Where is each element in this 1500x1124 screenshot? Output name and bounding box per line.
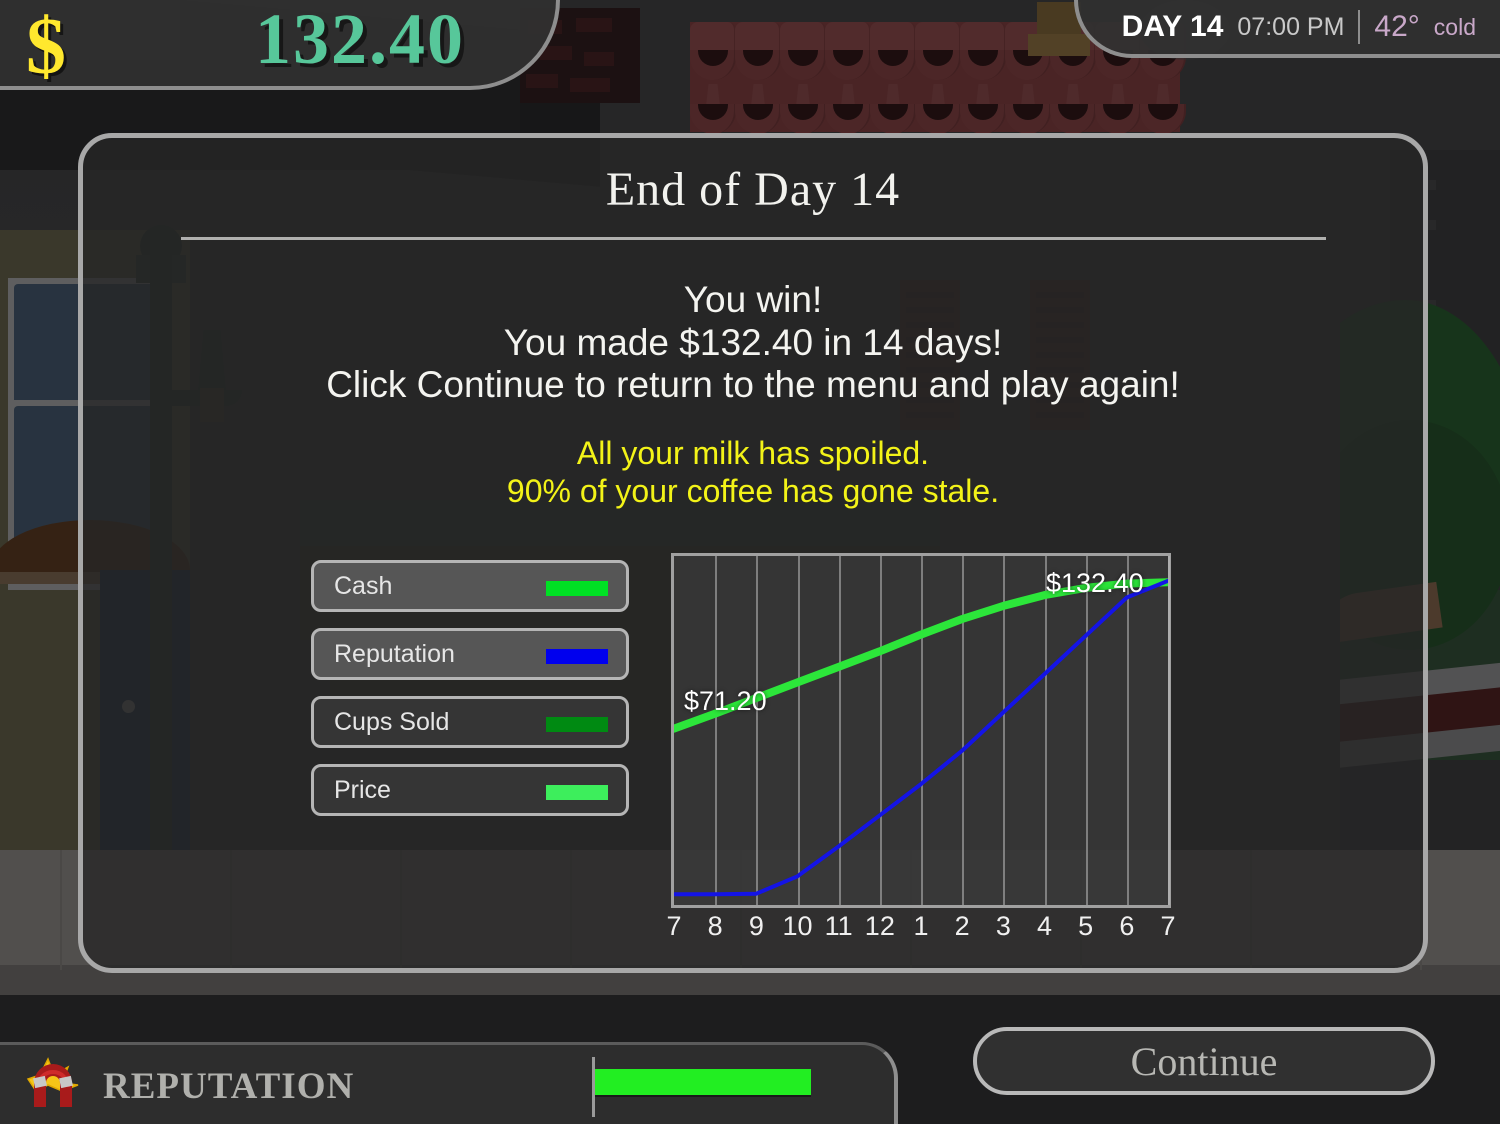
legend-color-swatch bbox=[546, 785, 608, 800]
chart-x-tick: 7 bbox=[1160, 911, 1176, 941]
reputation-meter-fill bbox=[595, 1069, 811, 1097]
result-line: Click Continue to return to the menu and… bbox=[326, 364, 1180, 406]
day-time: 07:00 PM bbox=[1237, 12, 1345, 41]
result-line: You win! bbox=[683, 279, 823, 320]
day-clock-hud: DAY 14 07:00 PM 42° cold bbox=[1073, 0, 1500, 58]
dialog-body: You win! You made $132.40 in 14 days! Cl… bbox=[83, 279, 1423, 511]
reputation-label: REPUTATION bbox=[103, 1066, 355, 1107]
legend-item-cash[interactable]: Cash bbox=[311, 560, 629, 612]
legend-color-swatch bbox=[546, 581, 608, 596]
dollar-sign-icon: $ bbox=[26, 3, 66, 91]
legend-label: Cups Sold bbox=[334, 707, 450, 736]
temperature-value: 42° bbox=[1374, 10, 1420, 43]
warning-line: All your milk has spoiled. bbox=[576, 435, 930, 472]
continue-button[interactable]: Continue bbox=[973, 1027, 1435, 1095]
chart-x-tick: 1 bbox=[913, 911, 929, 941]
chart-series-lines bbox=[674, 578, 1168, 897]
chart-x-tick: 9 bbox=[748, 911, 764, 941]
money-hud: $ 132.40 bbox=[0, 0, 560, 91]
day-label: DAY 14 bbox=[1121, 10, 1224, 43]
magnet-icon bbox=[26, 1057, 79, 1107]
chart-x-tick: 7 bbox=[666, 911, 682, 941]
temperature-word: cold bbox=[1433, 13, 1476, 40]
dialog-title: End of Day 14 bbox=[605, 163, 901, 216]
chart-gridline bbox=[1168, 556, 1170, 905]
chart-x-tick: 11 bbox=[824, 911, 853, 941]
legend-color-swatch bbox=[546, 649, 608, 664]
legend-label: Reputation bbox=[334, 639, 455, 668]
end-of-day-dialog: End of Day 14 You win! You made $132.40 … bbox=[78, 133, 1428, 973]
legend-color-swatch bbox=[546, 717, 608, 732]
legend-item-price[interactable]: Price bbox=[311, 764, 629, 816]
chart-x-tick: 10 bbox=[782, 911, 813, 941]
warning-line: 90% of your coffee has gone stale. bbox=[506, 473, 1000, 510]
cash-end-label: $132.40 bbox=[1046, 568, 1144, 598]
legend-label: Cash bbox=[334, 571, 393, 600]
chart-x-axis: 7 8 9 10 11 12 1 2 3 4 5 6 7 bbox=[666, 911, 1175, 951]
continue-button-label: Continue bbox=[1130, 1038, 1278, 1084]
dialog-divider bbox=[180, 237, 1326, 240]
dialog-warnings: All your milk has spoiled. 90% of your c… bbox=[83, 434, 1423, 511]
legend-item-cups-sold[interactable]: Cups Sold bbox=[311, 696, 629, 748]
chart-x-tick: 8 bbox=[707, 911, 723, 941]
performance-chart: $71.20 $132.40 7 8 9 10 11 12 1 2 3 4 5 6 7 bbox=[666, 553, 1176, 941]
legend-label: Price bbox=[334, 775, 391, 804]
chart-x-tick: 3 bbox=[995, 911, 1011, 941]
chart-x-tick: 6 bbox=[1119, 911, 1135, 941]
money-amount: 132.40 bbox=[255, 0, 465, 79]
chart-x-tick: 5 bbox=[1078, 911, 1094, 941]
cash-start-label: $71.20 bbox=[684, 686, 767, 716]
chart-plot-area: $71.20 $132.40 bbox=[671, 553, 1171, 908]
chart-x-tick: 4 bbox=[1036, 911, 1053, 941]
chart-series-reputation bbox=[674, 578, 1168, 897]
game-screen: $ 132.40 DAY 14 07:00 PM 42° cold End of… bbox=[0, 0, 1500, 1124]
hud-divider bbox=[1358, 10, 1361, 44]
chart-x-tick: 12 bbox=[864, 911, 895, 941]
chart-legend: Cash Reputation Cups Sold Price bbox=[311, 560, 629, 832]
chart-x-tick: 2 bbox=[954, 911, 970, 941]
legend-item-reputation[interactable]: Reputation bbox=[311, 628, 629, 680]
result-line: You made $132.40 in 14 days! bbox=[503, 321, 1003, 363]
